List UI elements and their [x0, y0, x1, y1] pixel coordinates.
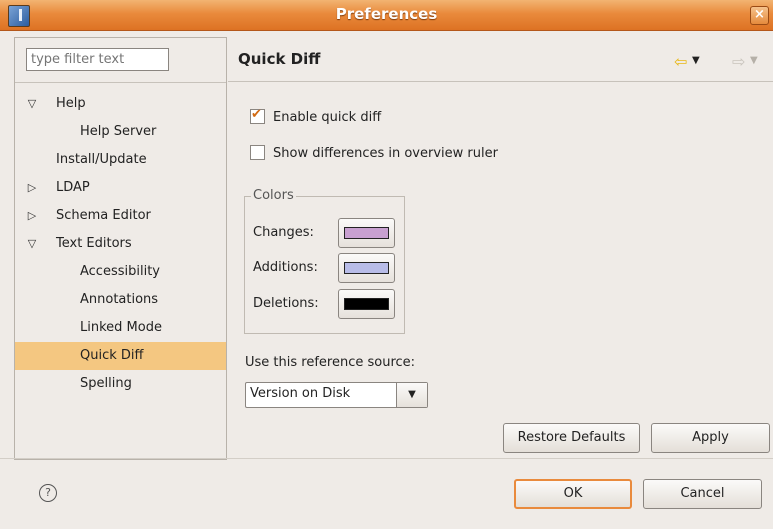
additions-color-button[interactable]	[338, 253, 395, 283]
additions-color-swatch	[344, 262, 389, 274]
tree-item-label: Help Server	[80, 124, 157, 139]
expand-arrow-icon[interactable]: ▽	[25, 230, 39, 258]
forward-arrow-icon[interactable]: ⇨	[732, 52, 745, 71]
filter-input[interactable]	[26, 48, 169, 71]
tree-item[interactable]: Annotations	[15, 286, 226, 314]
preference-tree-pane: ▽ Help Help Server Install/Update ▷ LDAP ▷ Sche…	[14, 37, 227, 460]
help-icon[interactable]: ?	[39, 484, 57, 502]
tree-item[interactable]: Quick Diff	[15, 342, 226, 370]
preference-tree: ▽ Help Help Server Install/Update ▷ LDAP ▷ Sche…	[15, 90, 226, 398]
tree-item[interactable]: ▷ Schema Editor	[15, 202, 226, 230]
close-button[interactable]: ×	[750, 6, 769, 25]
deletions-label: Deletions:	[253, 296, 319, 311]
colors-group: Colors Changes: Additions: Deletions:	[244, 188, 405, 334]
reference-source-label: Use this reference source:	[245, 355, 416, 370]
show-overview-ruler-label: Show differences in overview ruler	[273, 146, 498, 161]
collapse-arrow-icon[interactable]: ▷	[25, 202, 39, 230]
cancel-button[interactable]: Cancel	[643, 479, 762, 509]
back-arrow-icon[interactable]: ⇦	[674, 52, 687, 71]
reference-source-select[interactable]: Version on Disk ▼	[245, 382, 428, 408]
colors-legend: Colors	[251, 188, 296, 203]
show-overview-ruler-checkbox[interactable]	[250, 145, 265, 160]
tree-item-label: Text Editors	[56, 236, 132, 251]
divider	[228, 81, 773, 82]
tree-item[interactable]: Spelling	[15, 370, 226, 398]
enable-quick-diff-option[interactable]: Enable quick diff	[250, 106, 382, 127]
tree-item[interactable]: Accessibility	[15, 258, 226, 286]
preference-page: Quick Diff ⇦ ▼ ⇨ ▼ Enable quick diff Sho…	[228, 37, 773, 458]
tree-item-label: Schema Editor	[56, 208, 151, 223]
changes-label: Changes:	[253, 225, 314, 240]
changes-color-button[interactable]	[338, 218, 395, 248]
tree-item-label: Accessibility	[80, 264, 160, 279]
divider	[15, 82, 226, 83]
tree-item[interactable]: ▽ Text Editors	[15, 230, 226, 258]
tree-item-label: LDAP	[56, 180, 90, 195]
tree-item[interactable]: Install/Update	[15, 146, 226, 174]
chevron-down-icon[interactable]: ▼	[396, 383, 427, 407]
page-title: Quick Diff	[238, 50, 321, 68]
deletions-color-swatch	[344, 298, 389, 310]
tree-item-label: Quick Diff	[80, 348, 144, 363]
additions-row: Additions:	[253, 253, 318, 283]
changes-color-swatch	[344, 227, 389, 239]
preferences-dialog: Preferences × ▽ Help Help Server Install/Up…	[0, 0, 773, 529]
ok-button[interactable]: OK	[514, 479, 632, 509]
enable-quick-diff-label: Enable quick diff	[273, 110, 382, 125]
apply-button[interactable]: Apply	[651, 423, 770, 453]
tree-item-label: Install/Update	[56, 152, 147, 167]
tree-item[interactable]: ▷ LDAP	[15, 174, 226, 202]
reference-source-value: Version on Disk	[250, 386, 351, 401]
additions-label: Additions:	[253, 260, 318, 275]
title-bar[interactable]: Preferences ×	[0, 0, 773, 31]
restore-defaults-button[interactable]: Restore Defaults	[503, 423, 640, 453]
tree-item-label: Spelling	[80, 376, 132, 391]
collapse-arrow-icon[interactable]: ▷	[25, 174, 39, 202]
chevron-down-icon[interactable]: ▼	[692, 55, 700, 66]
divider	[0, 458, 773, 459]
show-overview-ruler-option[interactable]: Show differences in overview ruler	[250, 145, 498, 163]
enable-quick-diff-checkbox[interactable]	[250, 106, 265, 124]
tree-item-label: Annotations	[80, 292, 159, 307]
changes-row: Changes:	[253, 218, 314, 248]
tree-item[interactable]: ▽ Help	[15, 90, 226, 118]
tree-item[interactable]: Linked Mode	[15, 314, 226, 342]
expand-arrow-icon[interactable]: ▽	[25, 90, 39, 118]
tree-item[interactable]: Help Server	[15, 118, 226, 146]
tree-item-label: Help	[56, 96, 86, 111]
window-title: Preferences	[335, 5, 438, 23]
deletions-row: Deletions:	[253, 289, 319, 319]
chevron-down-icon[interactable]: ▼	[750, 55, 758, 66]
tree-item-label: Linked Mode	[80, 320, 162, 335]
deletions-color-button[interactable]	[338, 289, 395, 319]
